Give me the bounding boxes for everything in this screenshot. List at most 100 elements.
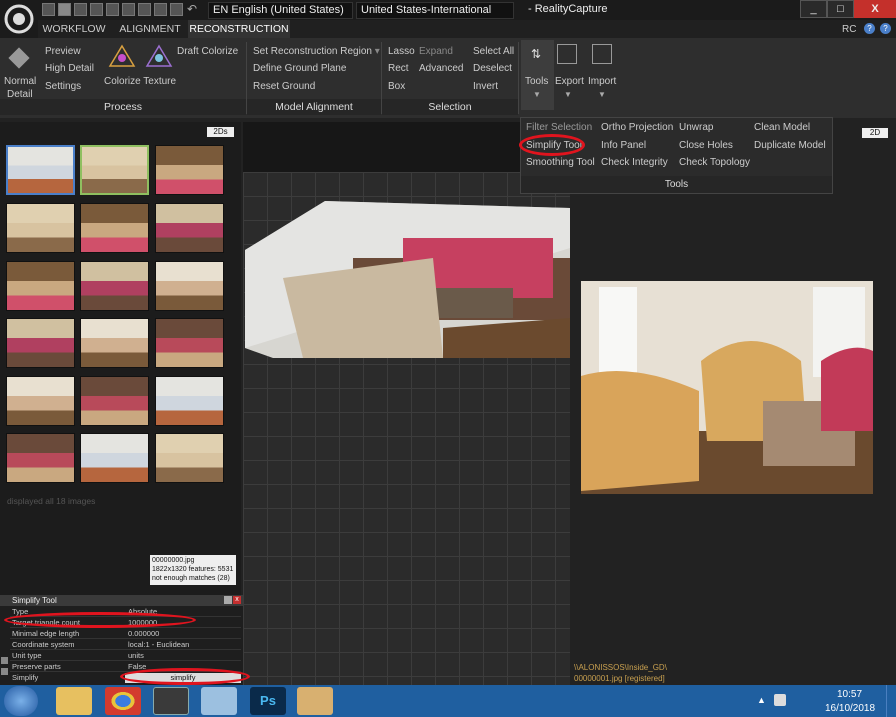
keyboard-layout-indicator[interactable]: United States-International bbox=[356, 2, 514, 19]
settings-button[interactable]: Settings bbox=[45, 81, 81, 92]
tooltip-meta: 1822x1320 features: 5531 bbox=[152, 566, 234, 573]
reset-ground-button[interactable]: Reset Ground bbox=[253, 81, 315, 92]
rect-button[interactable]: Rect bbox=[388, 63, 409, 74]
tools-button[interactable]: ⇅ Tools ▼ bbox=[521, 40, 554, 110]
clock-date[interactable]: 16/10/2018 bbox=[825, 703, 875, 714]
photoshop-icon[interactable]: Ps bbox=[250, 687, 286, 715]
expand-icon[interactable] bbox=[1, 668, 8, 675]
invert-button[interactable]: Invert bbox=[473, 81, 498, 92]
deselect-button[interactable]: Deselect bbox=[473, 63, 512, 74]
unwrap-item[interactable]: Unwrap bbox=[679, 122, 713, 133]
export-icon bbox=[557, 44, 577, 64]
check-topology-item[interactable]: Check Topology bbox=[679, 157, 750, 168]
layout-3-icon[interactable] bbox=[74, 3, 87, 16]
image-thumbnail[interactable] bbox=[155, 433, 224, 483]
image-thumbnail[interactable] bbox=[155, 376, 224, 426]
help-icon[interactable]: ? bbox=[864, 23, 875, 34]
layout-4-icon[interactable] bbox=[90, 3, 103, 16]
duplicate-model-item[interactable]: Duplicate Model bbox=[754, 140, 826, 151]
image-thumbnail[interactable] bbox=[6, 376, 75, 426]
layout-1-icon[interactable] bbox=[42, 3, 55, 16]
image-thumbnail[interactable] bbox=[155, 318, 224, 368]
maximize-button[interactable]: □ bbox=[827, 0, 854, 18]
layout-7-icon[interactable] bbox=[138, 3, 151, 16]
panel-2ds-badge[interactable]: 2Ds bbox=[207, 127, 234, 137]
clean-model-item[interactable]: Clean Model bbox=[754, 122, 810, 133]
panel-title: Simplify Tool bbox=[12, 596, 57, 605]
realitycapture-taskbar-icon[interactable] bbox=[153, 687, 189, 715]
image-thumbnail[interactable] bbox=[80, 145, 149, 195]
advanced-button[interactable]: Advanced bbox=[419, 63, 463, 74]
pin-icon[interactable] bbox=[224, 596, 232, 604]
show-desktop-button[interactable] bbox=[886, 685, 896, 717]
start-button[interactable] bbox=[4, 686, 38, 716]
image-thumbnail[interactable] bbox=[6, 318, 75, 368]
property-row[interactable]: Unit type units bbox=[10, 650, 241, 661]
tools-label: Tools bbox=[525, 76, 549, 87]
minimize-button[interactable]: _ bbox=[800, 0, 827, 18]
image-thumbnail[interactable] bbox=[80, 376, 149, 426]
colorize-texture-icon bbox=[108, 44, 136, 67]
lasso-button[interactable]: Lasso bbox=[388, 46, 415, 57]
image-thumbnail[interactable] bbox=[80, 318, 149, 368]
chrome-icon[interactable] bbox=[105, 687, 141, 715]
define-ground-plane-button[interactable]: Define Ground Plane bbox=[253, 63, 346, 74]
expand-icon[interactable] bbox=[1, 657, 8, 664]
close-icon[interactable]: x bbox=[233, 596, 241, 604]
ortho-projection-item[interactable]: Ortho Projection bbox=[601, 122, 673, 133]
images-status: displayed all 18 images bbox=[7, 496, 96, 506]
image-thumbnail[interactable] bbox=[80, 261, 149, 311]
smoothing-tool-item[interactable]: Smoothing Tool bbox=[526, 157, 595, 168]
layout-6-icon[interactable] bbox=[122, 3, 135, 16]
layout-2-icon[interactable] bbox=[58, 3, 71, 16]
panel-2d-badge[interactable]: 2D bbox=[862, 128, 888, 138]
set-reconstruction-region-button[interactable]: Set Reconstruction Region ▾ bbox=[253, 46, 380, 57]
info-icon[interactable]: ? bbox=[880, 23, 891, 34]
normal-button-line1[interactable]: Normal bbox=[4, 76, 36, 87]
2d-viewport[interactable]: 2D \\ALONISSOS\Inside_GD\ 00000001.jpg [… bbox=[572, 122, 896, 685]
file-explorer-icon[interactable] bbox=[56, 687, 92, 715]
select-all-button[interactable]: Select All bbox=[473, 46, 514, 57]
expand-button[interactable]: Expand bbox=[419, 46, 453, 57]
info-panel-item[interactable]: Info Panel bbox=[601, 140, 646, 151]
high-detail-button[interactable]: High Detail bbox=[45, 63, 94, 74]
tab-workflow[interactable]: WORKFLOW bbox=[42, 20, 106, 38]
image-thumbnail[interactable] bbox=[6, 261, 75, 311]
tray-arrow-icon[interactable]: ▲ bbox=[757, 695, 766, 705]
property-row[interactable]: Coordinate system local:1 - Euclidean bbox=[10, 639, 241, 650]
close-button[interactable]: X bbox=[854, 0, 896, 18]
notepad-icon[interactable] bbox=[201, 687, 237, 715]
volume-icon[interactable] bbox=[774, 694, 786, 706]
draft-colorize-button[interactable]: Draft Colorize bbox=[177, 46, 238, 57]
image-thumbnail[interactable] bbox=[155, 203, 224, 253]
tab-alignment[interactable]: ALIGNMENT bbox=[114, 20, 186, 38]
reconstructed-model bbox=[245, 201, 570, 358]
tab-reconstruction[interactable]: RECONSTRUCTION bbox=[188, 20, 290, 38]
check-integrity-item[interactable]: Check Integrity bbox=[601, 157, 668, 168]
image-thumbnail[interactable] bbox=[6, 203, 75, 253]
image-thumbnail[interactable] bbox=[155, 145, 224, 195]
colorize-texture-button[interactable]: Colorize Texture bbox=[104, 76, 176, 87]
close-holes-item[interactable]: Close Holes bbox=[679, 140, 733, 151]
preview-button[interactable]: Preview bbox=[45, 46, 81, 57]
image-thumbnail[interactable] bbox=[6, 145, 75, 195]
tools-dropdown: Filter Selection Simplify Tool Smoothing… bbox=[519, 117, 833, 194]
property-row[interactable]: Minimal edge length 0.000000 bbox=[10, 628, 241, 639]
image-thumbnail[interactable] bbox=[155, 261, 224, 311]
box-button[interactable]: Box bbox=[388, 81, 405, 92]
filter-selection-item[interactable]: Filter Selection bbox=[526, 122, 592, 133]
export-button[interactable]: Export bbox=[555, 76, 584, 87]
layout-8-icon[interactable] bbox=[154, 3, 167, 16]
language-indicator[interactable]: EN English (United States) bbox=[208, 2, 353, 19]
image-thumbnail[interactable] bbox=[80, 203, 149, 253]
layout-9-icon[interactable] bbox=[170, 3, 183, 16]
import-button[interactable]: Import bbox=[588, 76, 616, 87]
layout-5-icon[interactable] bbox=[106, 3, 119, 16]
app-logo[interactable] bbox=[0, 0, 38, 38]
paint-icon[interactable] bbox=[297, 687, 333, 715]
image-thumbnail[interactable] bbox=[6, 433, 75, 483]
undo-icon[interactable]: ↶ bbox=[187, 2, 197, 16]
3d-viewport[interactable] bbox=[243, 122, 570, 685]
clock-time[interactable]: 10:57 bbox=[837, 689, 862, 700]
image-thumbnail[interactable] bbox=[80, 433, 149, 483]
